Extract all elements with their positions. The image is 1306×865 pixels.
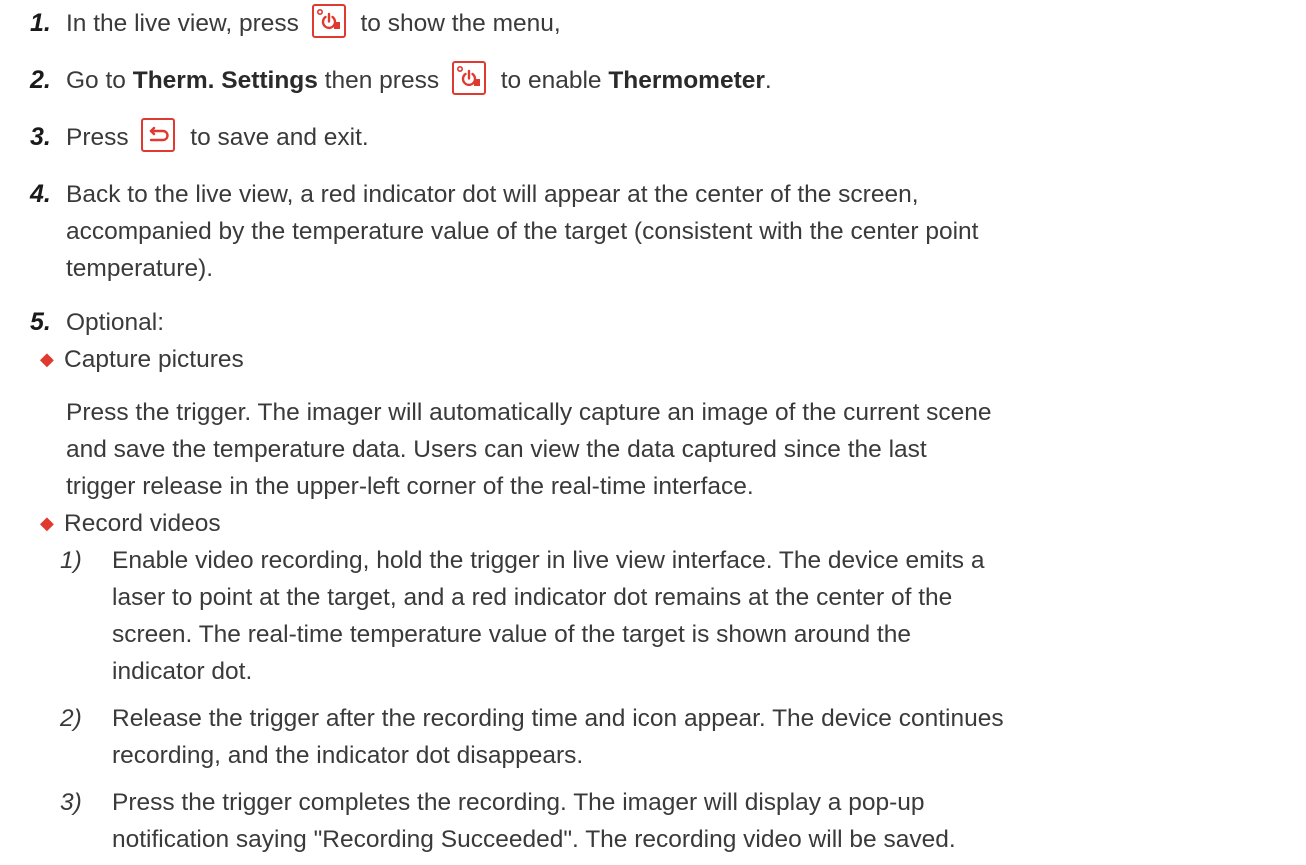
power-menu-icon bbox=[311, 3, 346, 38]
document-page: 1. In the live view, press to show the m… bbox=[0, 0, 1306, 865]
diamond-bullet-icon: ◆ bbox=[40, 513, 54, 533]
substep-number: 3) bbox=[60, 789, 82, 816]
option-title: Record videos bbox=[64, 510, 221, 537]
back-return-icon bbox=[141, 117, 176, 152]
substep-text: Enable video recording, hold the trigger… bbox=[112, 547, 985, 574]
step-number: 3. bbox=[30, 123, 51, 151]
menu-item-name: Therm. Settings bbox=[132, 67, 318, 94]
substep-text: Release the trigger after the recording … bbox=[112, 705, 1004, 732]
option-title: Capture pictures bbox=[64, 346, 244, 373]
step-text: In the live view, press bbox=[66, 10, 299, 37]
option-description: Press the trigger. The imager will autom… bbox=[66, 399, 992, 426]
diamond-bullet-icon: ◆ bbox=[40, 349, 54, 369]
step-text: Go to bbox=[66, 67, 133, 94]
step-text: accompanied by the temperature value of … bbox=[66, 218, 979, 245]
step-number: 2. bbox=[30, 66, 51, 94]
power-menu-icon bbox=[451, 60, 486, 95]
substep-number: 1) bbox=[60, 547, 82, 574]
substep-text: recording, and the indicator dot disappe… bbox=[112, 742, 584, 769]
step-number: 1. bbox=[30, 9, 51, 37]
option-description: and save the temperature data. Users can… bbox=[66, 436, 927, 463]
step-text: to enable bbox=[500, 67, 609, 94]
step-text: temperature). bbox=[66, 255, 214, 282]
option-description: trigger release in the upper-left corner… bbox=[66, 473, 754, 500]
substep-text: laser to point at the target, and a red … bbox=[112, 584, 953, 611]
substep-text: screen. The real-time temperature value … bbox=[112, 621, 911, 648]
step-text: Optional: bbox=[66, 309, 165, 336]
substep-text: Press the trigger completes the recordin… bbox=[112, 789, 925, 816]
step-text: to save and exit. bbox=[190, 124, 369, 151]
feature-name: Thermometer bbox=[608, 67, 765, 94]
substep-text: notification saying "Recording Succeeded… bbox=[112, 826, 956, 853]
step-number: 4. bbox=[30, 180, 51, 208]
step-text: to show the menu, bbox=[360, 10, 561, 37]
step-text: Back to the live view, a red indicator d… bbox=[66, 181, 919, 208]
step-text: then press bbox=[317, 67, 440, 94]
substep-text: indicator dot. bbox=[112, 658, 253, 685]
substep-number: 2) bbox=[60, 705, 82, 732]
step-text: Press bbox=[66, 124, 129, 151]
step-number: 5. bbox=[30, 308, 51, 336]
